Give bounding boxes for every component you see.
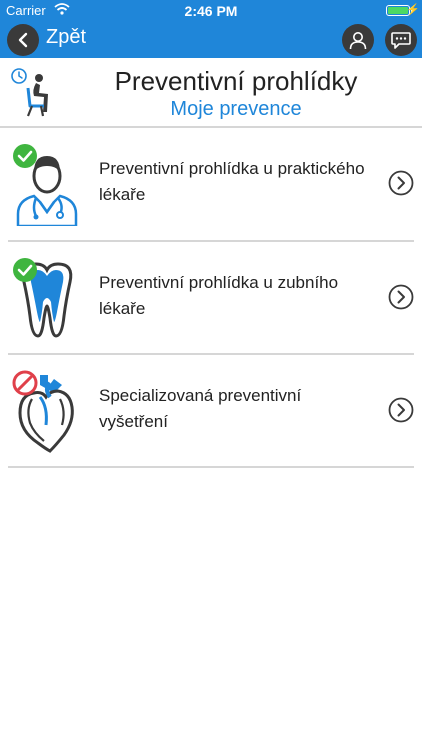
tooth-icon bbox=[13, 258, 73, 338]
profile-button[interactable] bbox=[342, 24, 374, 56]
doctor-icon bbox=[13, 144, 78, 226]
user-icon bbox=[349, 32, 367, 50]
list-item-general-practitioner[interactable]: Preventivní prohlídka u praktického léka… bbox=[0, 128, 422, 240]
status-bar: Carrier 2:46 PM ⚡ bbox=[0, 0, 422, 20]
charging-icon: ⚡ bbox=[406, 4, 420, 16]
page-title: Preventivní prohlídky bbox=[114, 66, 358, 96]
page-header: Preventivní prohlídky Moje prevence bbox=[0, 58, 422, 126]
list-item-dentist[interactable]: Preventivní prohlídka u zubního lékaře bbox=[0, 242, 422, 354]
waiting-room-clock-icon bbox=[11, 68, 48, 117]
page-subtitle: Moje prevence bbox=[170, 98, 302, 120]
status-time: 2:46 PM bbox=[184, 3, 238, 19]
list-item-label: Specializovaná preventivní vyšetření bbox=[99, 386, 302, 431]
list-item-specialized-exams[interactable]: Specializovaná preventivní vyšetření bbox=[0, 355, 422, 467]
nav-bar: Zpět bbox=[0, 20, 422, 58]
chat-bubble-icon bbox=[391, 32, 411, 49]
chevron-right-icon[interactable] bbox=[388, 170, 414, 196]
top-bar: Carrier 2:46 PM ⚡ Zpět bbox=[0, 0, 422, 58]
chevron-right-icon[interactable] bbox=[388, 284, 414, 310]
back-chevron-icon bbox=[18, 32, 28, 48]
back-label[interactable]: Zpět bbox=[46, 26, 86, 49]
heart-icon bbox=[12, 370, 74, 453]
list-item-label: Preventivní prohlídka u praktického léka… bbox=[99, 159, 365, 204]
back-button[interactable] bbox=[7, 24, 39, 56]
list-item-label: Preventivní prohlídka u zubního lékaře bbox=[99, 273, 339, 318]
divider bbox=[8, 466, 414, 468]
messages-button[interactable] bbox=[385, 24, 417, 56]
chevron-right-icon[interactable] bbox=[388, 397, 414, 423]
